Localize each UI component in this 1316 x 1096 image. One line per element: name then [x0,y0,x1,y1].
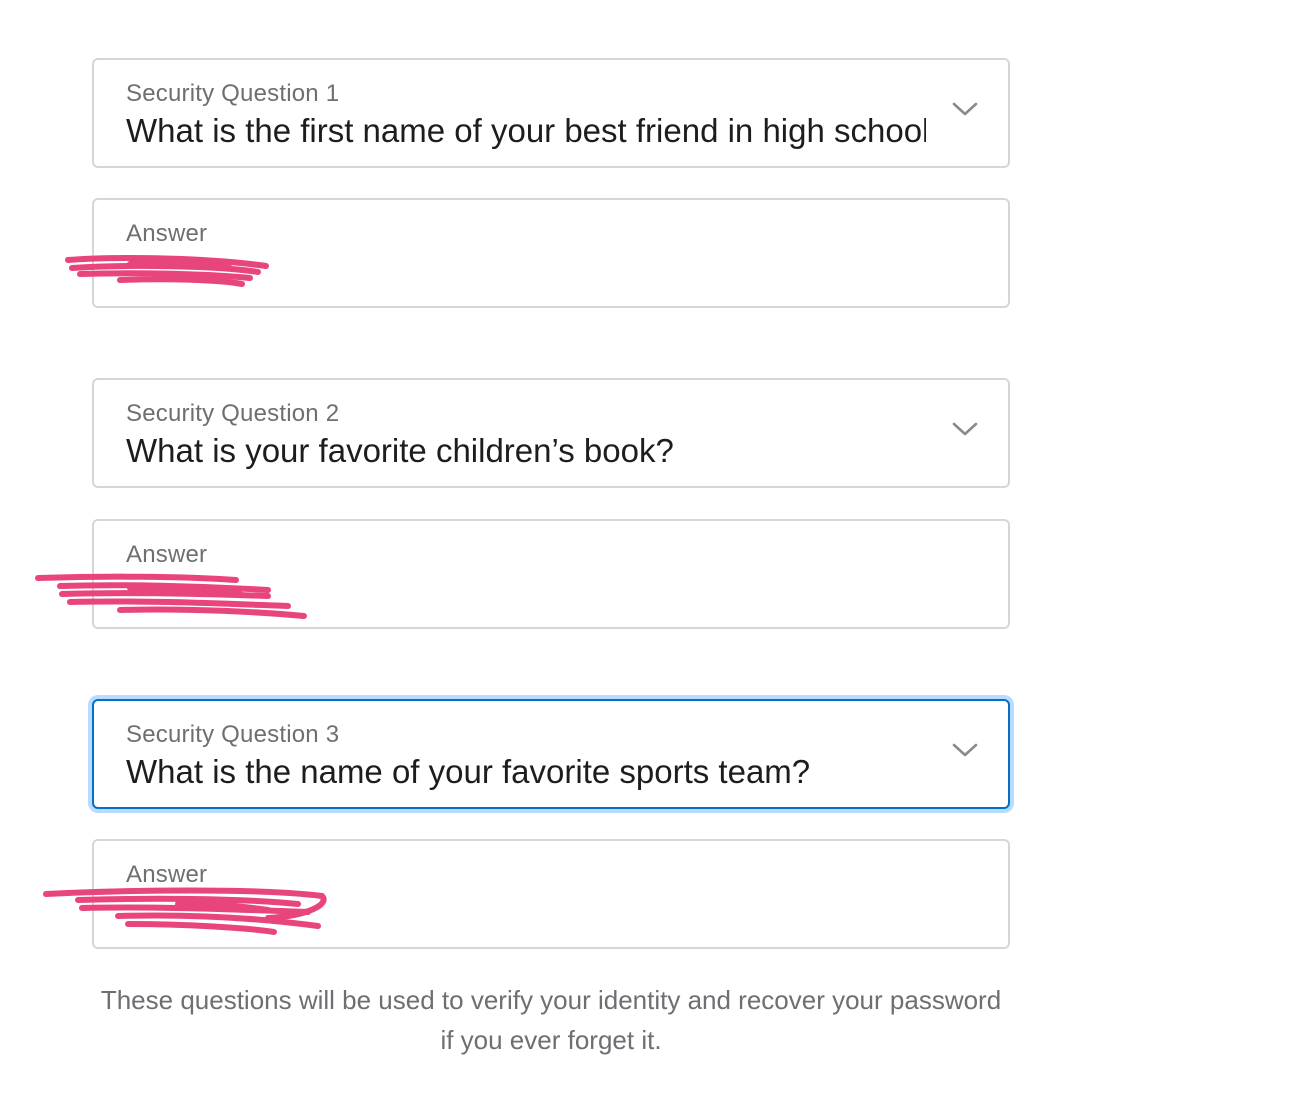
security-answer-2-label: Answer [126,541,208,568]
security-question-1-label: Security Question 1 [126,80,340,107]
security-questions-help-text: These questions will be used to verify y… [100,985,1002,1055]
security-question-2-select[interactable]: Security Question 2 What is your favorit… [92,378,1010,488]
security-question-3-label: Security Question 3 [126,721,340,748]
security-answer-1-label: Answer [126,220,208,247]
security-answer-1-field[interactable]: Answer [92,198,1010,308]
security-question-1-value: What is the first name of your best frie… [126,112,926,149]
security-answer-3-label: Answer [126,861,208,888]
security-question-3-value: What is the name of your favorite sports… [126,753,811,790]
chevron-down-icon[interactable] [950,739,980,761]
security-question-1-select[interactable]: Security Question 1 What is the first na… [92,58,1010,168]
chevron-down-icon[interactable] [950,418,980,440]
security-answer-2-field[interactable]: Answer [92,519,1010,629]
chevron-down-icon[interactable] [950,98,980,120]
security-question-2-value: What is your favorite children’s book? [126,432,674,469]
security-question-2-label: Security Question 2 [126,400,340,427]
security-answer-3-field[interactable]: Answer [92,839,1010,949]
security-question-3-select[interactable]: Security Question 3 What is the name of … [92,699,1010,809]
